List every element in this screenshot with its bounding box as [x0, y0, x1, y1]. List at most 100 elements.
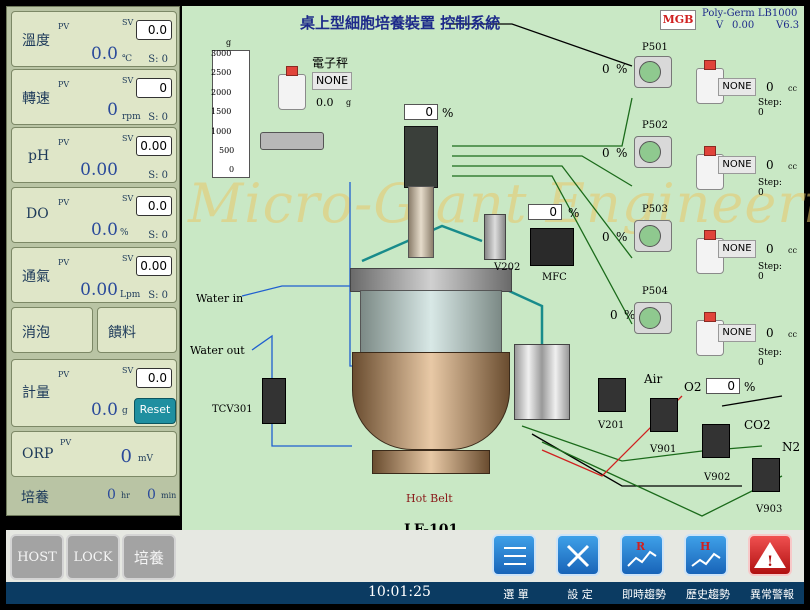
- speed-s: S: 0: [148, 112, 168, 123]
- water-out-label: Water out: [190, 344, 245, 357]
- antifoam-button[interactable]: 消泡: [11, 307, 93, 353]
- sv-tag: SV: [122, 366, 134, 375]
- ph-label: pH: [28, 148, 50, 164]
- host-button[interactable]: HOST: [10, 534, 64, 580]
- v201-valve-icon[interactable]: [598, 378, 626, 412]
- hot-belt-label: Hot Belt: [406, 492, 453, 505]
- speed-setpoint[interactable]: 0: [136, 78, 172, 98]
- meter-reset-button[interactable]: Reset: [134, 398, 176, 424]
- do-unit: %: [120, 228, 129, 238]
- pump-recipe-box[interactable]: NONE: [718, 324, 756, 342]
- lock-button[interactable]: LOCK: [66, 534, 120, 580]
- svg-text:!: !: [767, 554, 773, 570]
- temperature-unit: ℃: [122, 54, 133, 64]
- co2-label: CO2: [744, 418, 771, 432]
- meter-unit: g: [122, 406, 128, 416]
- history-trend-label: 歷史趨勢: [686, 588, 730, 601]
- pump-icon[interactable]: [634, 56, 672, 88]
- meter-value: 0.0: [90, 400, 118, 420]
- v202-valve-icon[interactable]: [484, 214, 506, 260]
- software-version: V6.3: [776, 20, 800, 31]
- do-panel[interactable]: DO PV SV 0.0 0.0 % S: 0: [11, 187, 177, 243]
- aeration-setpoint[interactable]: 0.00: [136, 256, 172, 276]
- temperature-setpoint[interactable]: 0.0: [136, 20, 172, 40]
- feed-button[interactable]: 饋料: [97, 307, 177, 353]
- v903-valve-icon[interactable]: [752, 458, 780, 492]
- speed-panel[interactable]: 轉速 PV SV 0 0 rpm S: 0: [11, 69, 177, 125]
- menu-label: 選 單: [503, 588, 529, 601]
- pump-volume-unit: cc: [788, 84, 797, 93]
- pump-recipe-box[interactable]: NONE: [718, 240, 756, 258]
- weight-gauge: 3000 2500 2000 1500 1000 500 0: [211, 49, 250, 178]
- v902-valve-icon[interactable]: [702, 424, 730, 458]
- o2-label: O2: [684, 380, 702, 394]
- pv-tag: PV: [60, 438, 72, 447]
- ph-setpoint[interactable]: 0.00: [136, 136, 172, 156]
- do-setpoint[interactable]: 0.0: [136, 196, 172, 216]
- clock: 10:01:25: [368, 584, 431, 600]
- pump-recipe-box[interactable]: NONE: [718, 156, 756, 174]
- scale-recipe-box[interactable]: NONE: [312, 72, 352, 90]
- vessel-base-icon: [372, 450, 490, 474]
- history-glyph: H: [700, 540, 710, 553]
- pump-step: Step: 0: [758, 262, 782, 282]
- tcv-valve-icon[interactable]: [262, 378, 286, 424]
- v201-label: V201: [598, 420, 625, 431]
- aeration-unit: Lpm: [120, 290, 141, 300]
- antifoam-label: 消泡: [22, 325, 50, 341]
- sv-tag: SV: [122, 194, 134, 203]
- mfc-label: MFC: [542, 272, 567, 283]
- gauge-tick: 500: [219, 146, 235, 155]
- orp-value: 0: [120, 446, 132, 467]
- pump-step: Step: 0: [758, 348, 782, 368]
- pump-recipe-box[interactable]: NONE: [718, 78, 756, 96]
- pump-icon[interactable]: [634, 136, 672, 168]
- pump-volume: 0: [766, 242, 774, 256]
- meter-label: 計量: [22, 385, 50, 401]
- culture-button[interactable]: 培養: [122, 534, 176, 580]
- mfc-value[interactable]: 0: [528, 204, 562, 220]
- pump-volume: 0: [766, 158, 774, 172]
- aeration-panel[interactable]: 通氣 PV SV 0.00 0.00 Lpm S: 0: [11, 247, 177, 303]
- gauge-tick: 2500: [211, 68, 232, 77]
- settings-button[interactable]: [556, 534, 600, 576]
- pv-tag: PV: [58, 138, 70, 147]
- vessel-top-unit: %: [442, 106, 454, 120]
- gauge-ticks: 3000 2500 2000 1500 1000 500 0: [211, 49, 249, 177]
- realtime-trend-button[interactable]: R: [620, 534, 664, 576]
- vessel-lid-icon: [350, 268, 512, 292]
- speed-value: 0: [107, 100, 118, 120]
- gauge-tick: 3000: [211, 49, 232, 58]
- v903-label: V903: [756, 504, 783, 515]
- company-logo: MGB: [660, 10, 696, 30]
- pump-icon[interactable]: [634, 302, 672, 334]
- model-name: Poly-Germ LB1000: [702, 8, 798, 19]
- sv-tag: SV: [122, 254, 134, 263]
- n2-label: N2: [782, 440, 801, 454]
- history-trend-button[interactable]: H: [684, 534, 728, 576]
- pump-volume-unit: cc: [788, 246, 797, 255]
- pump-icon[interactable]: [634, 220, 672, 252]
- meter-setpoint[interactable]: 0.0: [136, 368, 172, 388]
- temperature-panel[interactable]: 溫度 PV SV 0.0 0.0 ℃ S: 0: [11, 11, 177, 67]
- ph-s: S: 0: [148, 170, 168, 181]
- realtime-glyph: R: [636, 540, 646, 553]
- mfc-icon[interactable]: [530, 228, 574, 266]
- ph-panel[interactable]: pH PV SV 0.00 0.00 S: 0: [11, 127, 177, 183]
- meter-panel[interactable]: 計量 PV SV 0.0 0.0 g Reset: [11, 359, 177, 427]
- vessel-top-value[interactable]: 0: [404, 104, 438, 120]
- pump-step: Step: 0: [758, 98, 782, 118]
- gauge-tick: 0: [229, 165, 235, 174]
- menu-icon: [504, 547, 526, 565]
- alarm-button[interactable]: !: [748, 534, 792, 576]
- v901-valve-icon[interactable]: [650, 398, 678, 432]
- culture-label: 培養: [21, 490, 49, 506]
- realtime-trend-label: 即時趨勢: [622, 588, 666, 601]
- bottle-cap-icon: [704, 60, 716, 70]
- culture-minutes: 0: [147, 487, 156, 503]
- pump-percent: 0: [602, 62, 610, 76]
- flowmeter-icon: [514, 344, 570, 420]
- menu-button[interactable]: [492, 534, 536, 576]
- pv-tag: PV: [58, 22, 70, 31]
- o2-value[interactable]: 0: [706, 378, 740, 394]
